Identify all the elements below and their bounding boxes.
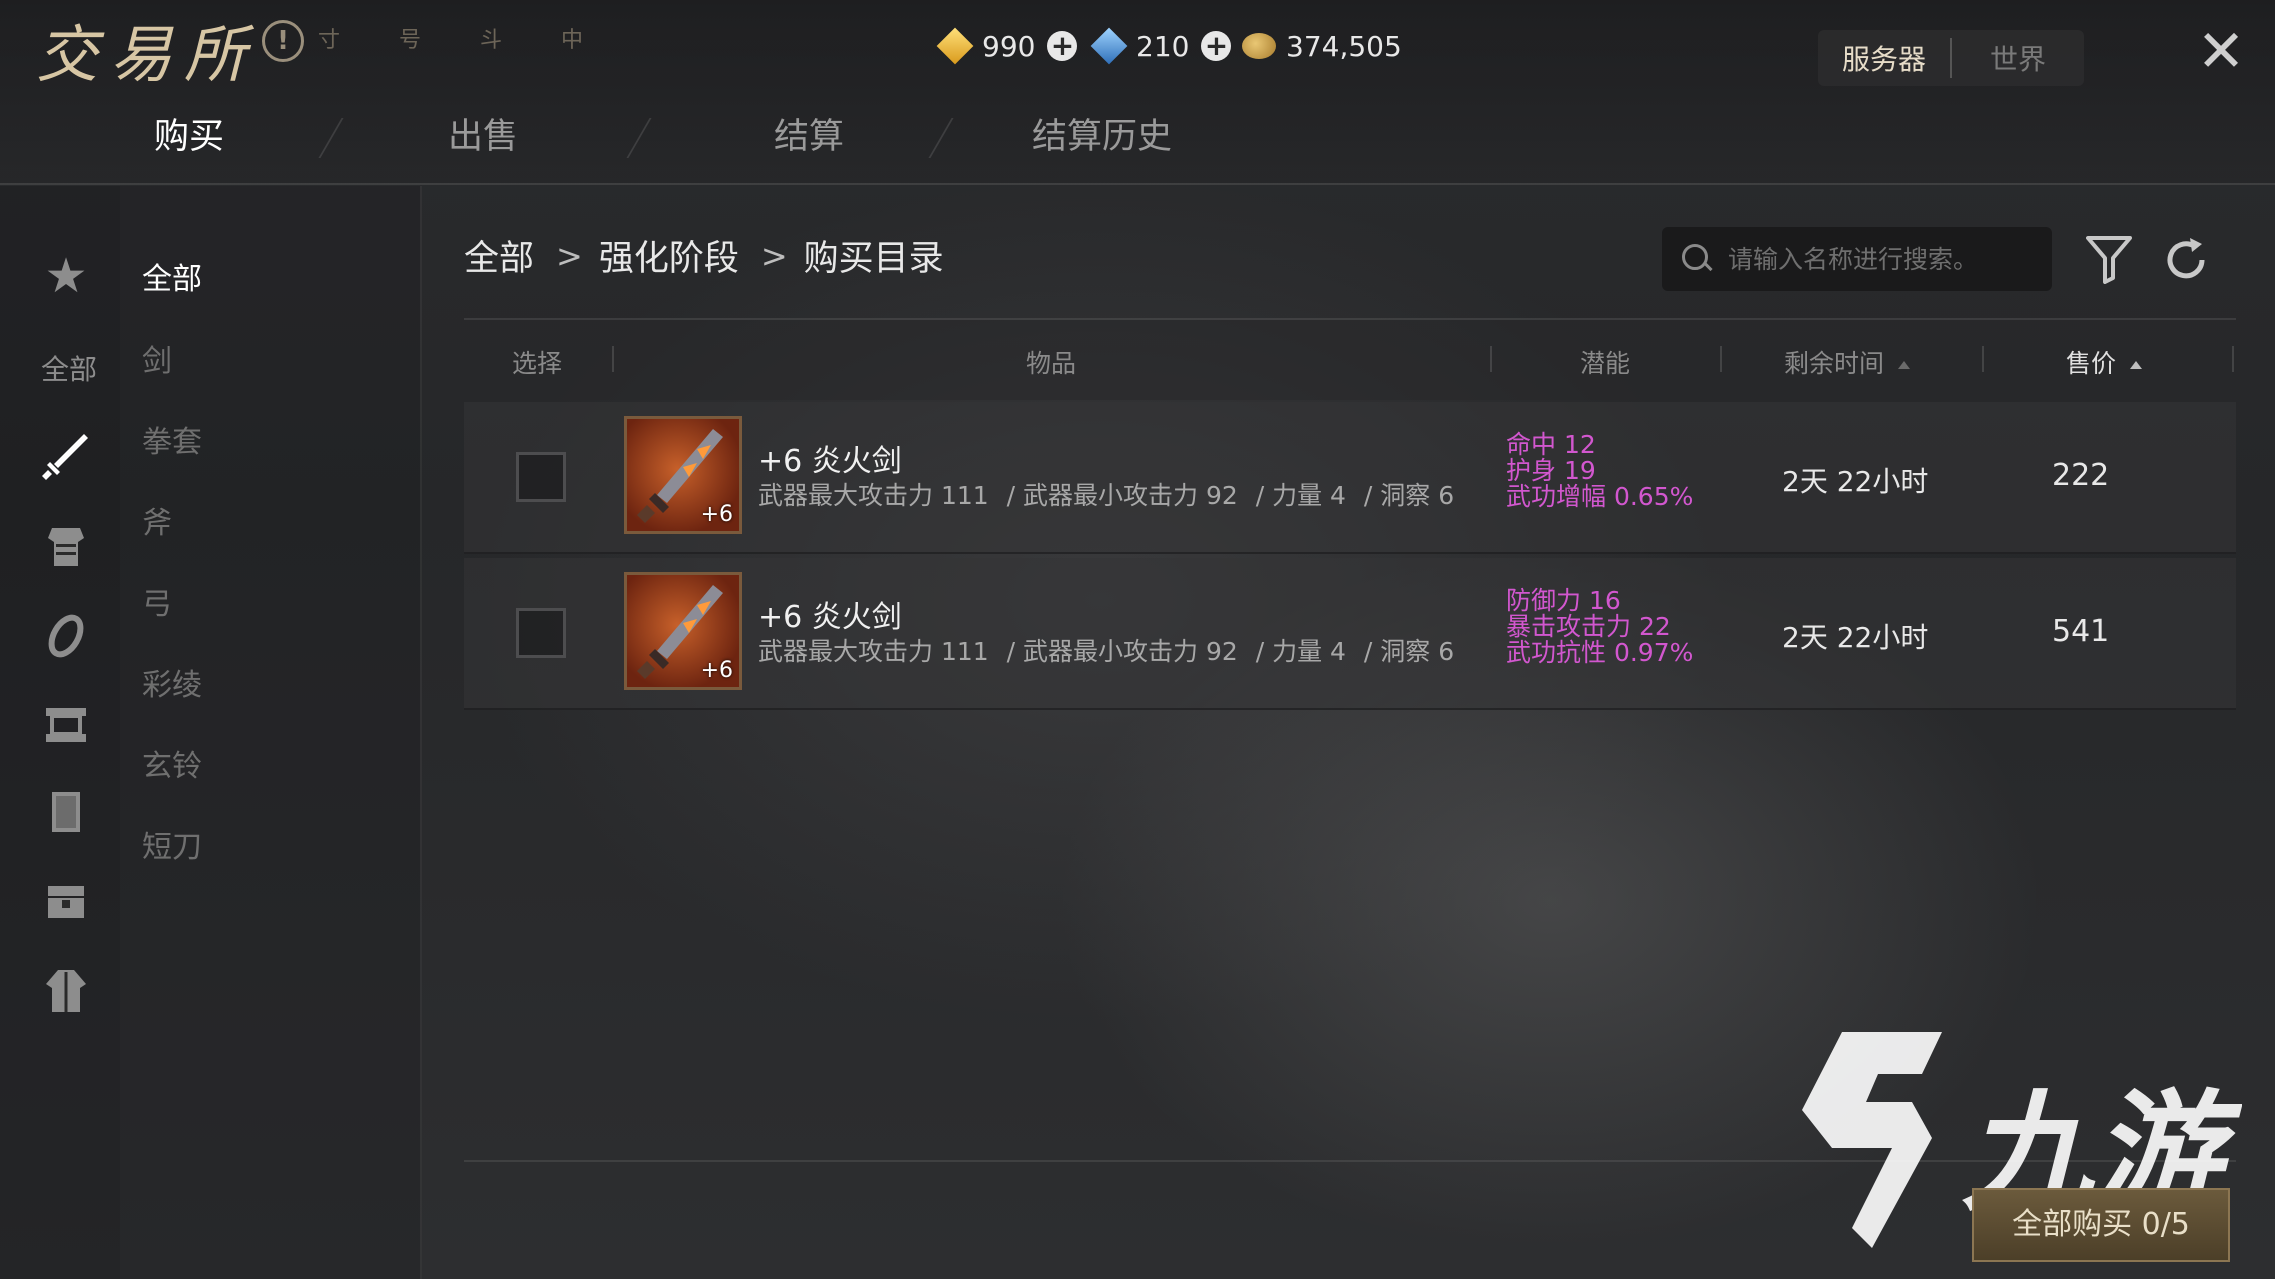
header-potential: 潜能 [1580, 349, 1631, 378]
header-select: 选择 [512, 349, 563, 378]
header-price[interactable]: 售价 [2066, 344, 2143, 380]
chevron-right-icon: > [556, 236, 583, 275]
category-sword[interactable]: 剑 [142, 336, 172, 380]
tab-sell[interactable]: 出售 [448, 108, 518, 159]
potential-line: 护身 19 [1506, 456, 1596, 485]
currency-blue: 210 + [1090, 26, 1232, 66]
potential-line: 命中 12 [1506, 430, 1596, 459]
chevron-right-icon: > [760, 236, 788, 275]
sword-icon[interactable] [38, 428, 94, 484]
category-dagger[interactable]: 短刀 [142, 822, 202, 866]
item-name: +6 炎火剑 [758, 444, 902, 479]
tab-settle-history[interactable]: 结算历史 [1032, 108, 1172, 159]
table-header: 选择 物品 潜能 剩余时间 售价 [464, 320, 2236, 400]
buy-all-button[interactable]: 全部购买 0/5 [1972, 1188, 2230, 1262]
blue-gem-icon [1090, 27, 1128, 65]
item-potential: 防御力 16 暴击攻击力 22 武功抗性 0.97% [1506, 588, 1693, 666]
category-all[interactable]: 全部 [142, 254, 202, 298]
coin-icon [1242, 33, 1276, 59]
breadcrumb: 全部 > 强化阶段 > 购买目录 [464, 230, 944, 281]
remaining-time: 2天 22小时 [1782, 621, 1929, 654]
main-tabs: 购买 出售 结算 结算历史 [0, 108, 1250, 168]
category-axe[interactable]: 斧 [142, 498, 172, 542]
header-remaining-label: 剩余时间 [1784, 349, 1885, 378]
stat-min-attack: / 武器最小攻击力 92 [1006, 637, 1238, 666]
search-icon [1682, 244, 1712, 274]
item-stats: 武器最大攻击力 111 / 武器最小攻击力 92 / 力量 4 / 洞察 6 [758, 632, 1464, 668]
stat-min-attack: / 武器最小攻击力 92 [1006, 481, 1238, 510]
stat-strength: / 力量 4 [1255, 481, 1346, 510]
currency-gold: 990 + [936, 26, 1078, 66]
potential-line: 防御力 16 [1506, 586, 1621, 615]
stat-strength: / 力量 4 [1255, 637, 1346, 666]
tab-server[interactable]: 服务器 [1818, 38, 1952, 78]
flame-sword-icon: +6 [624, 572, 742, 690]
currency-blue-value: 210 [1136, 29, 1190, 63]
item-price: 222 [2052, 458, 2110, 493]
close-icon[interactable]: ✕ [2194, 22, 2248, 80]
add-gold-button[interactable]: + [1047, 31, 1078, 61]
category-ribbon[interactable]: 彩绫 [142, 660, 202, 704]
page-title: 交易所 [36, 18, 259, 91]
stat-insight: / 洞察 6 [1363, 481, 1455, 510]
breadcrumb-item-all[interactable]: 全部 [464, 230, 534, 281]
category-bell[interactable]: 玄铃 [142, 741, 202, 785]
currency-coin: 374,505 [1242, 26, 1402, 66]
search-input[interactable] [1726, 243, 2050, 275]
item-enhance-badge: +6 [700, 502, 733, 527]
header-item: 物品 [1026, 349, 1077, 378]
category-gauntlet[interactable]: 拳套 [142, 417, 202, 461]
refresh-icon[interactable] [2160, 234, 2212, 286]
remaining-time: 2天 22小时 [1782, 465, 1929, 498]
add-blue-button[interactable]: + [1201, 31, 1232, 61]
title-decoration: 寸 号 斗 中 [318, 28, 609, 53]
chest-icon[interactable] [38, 872, 94, 928]
item-potential: 命中 12 护身 19 武功增幅 0.65% [1506, 432, 1693, 510]
tab-settle[interactable]: 结算 [774, 108, 844, 159]
item-enhance-badge: +6 [700, 658, 733, 683]
filter-icon[interactable] [2086, 234, 2132, 284]
category-bow[interactable]: 弓 [142, 579, 172, 623]
tab-buy[interactable]: 购买 [154, 108, 224, 159]
star-icon[interactable]: ★ [38, 248, 94, 304]
armor-icon[interactable] [38, 518, 94, 574]
potential-line: 武功抗性 0.97% [1506, 638, 1694, 667]
potential-line: 暴击攻击力 22 [1506, 612, 1671, 641]
icon-all-label[interactable]: 全部 [26, 348, 112, 388]
tab-divider [0, 183, 2275, 185]
table-row[interactable]: +6 +6 炎火剑 武器最大攻击力 111 / 武器最小攻击力 92 / 力量 … [464, 402, 2236, 554]
search-box [1662, 227, 2052, 291]
robe-icon[interactable] [38, 962, 94, 1018]
ring-icon[interactable] [38, 606, 94, 662]
sort-up-icon [2130, 361, 2143, 369]
scroll-icon[interactable] [38, 696, 94, 752]
header-price-label: 售价 [2066, 349, 2117, 378]
currency-gold-value: 990 [982, 29, 1036, 63]
stat-max-attack: 武器最大攻击力 111 [758, 637, 989, 666]
server-tabs: 服务器 世界 [1818, 30, 2084, 86]
table-row[interactable]: +6 +6 炎火剑 武器最大攻击力 111 / 武器最小攻击力 92 / 力量 … [464, 558, 2236, 710]
info-icon[interactable]: ! [262, 20, 304, 62]
tab-world[interactable]: 世界 [1952, 38, 2084, 78]
currency-coin-value: 374,505 [1286, 29, 1402, 63]
sort-up-icon [1898, 361, 1911, 369]
gold-gem-icon [936, 27, 974, 65]
row-checkbox[interactable] [516, 452, 566, 502]
breadcrumb-item-enhance[interactable]: 强化阶段 [599, 230, 739, 281]
stat-insight: / 洞察 6 [1363, 637, 1455, 666]
book-icon[interactable] [38, 784, 94, 840]
potential-line: 武功增幅 0.65% [1506, 482, 1694, 511]
stat-max-attack: 武器最大攻击力 111 [758, 481, 989, 510]
item-price: 541 [2052, 614, 2110, 649]
flame-sword-icon: +6 [624, 416, 742, 534]
row-checkbox[interactable] [516, 608, 566, 658]
breadcrumb-item-catalog: 购买目录 [803, 239, 944, 279]
item-name: +6 炎火剑 [758, 600, 902, 635]
item-stats: 武器最大攻击力 111 / 武器最小攻击力 92 / 力量 4 / 洞察 6 [758, 476, 1464, 512]
header-remaining[interactable]: 剩余时间 [1784, 344, 1911, 380]
